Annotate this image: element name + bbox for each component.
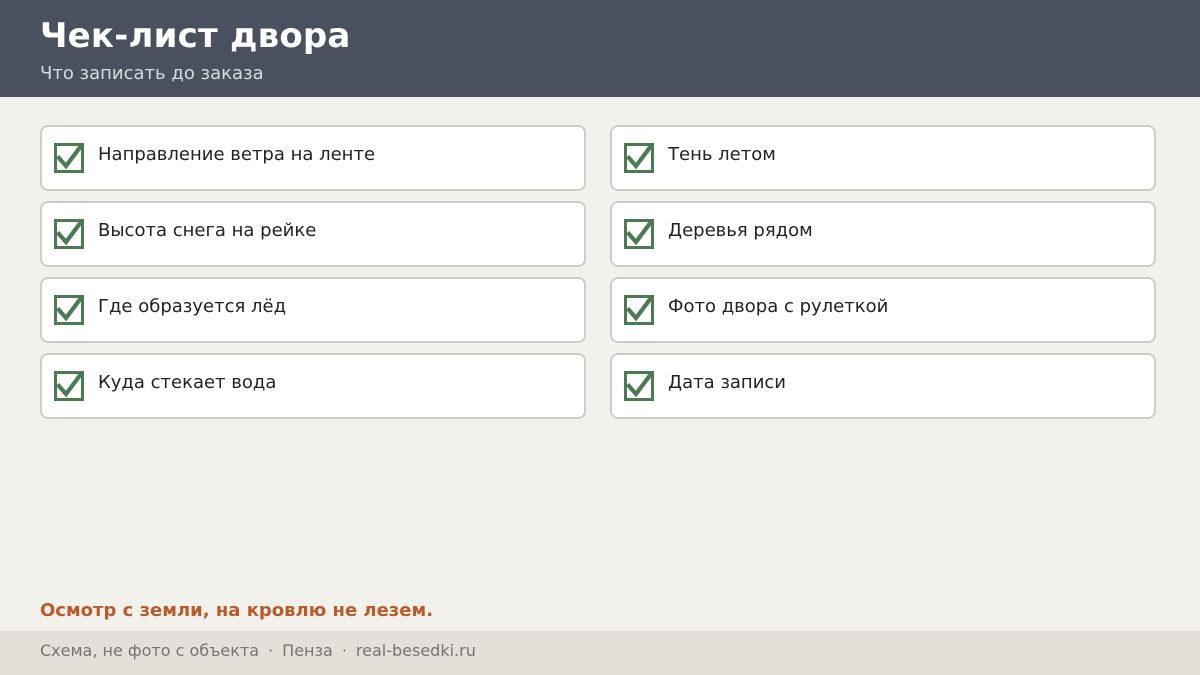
footer: Схема, не фото с объекта · Пенза · real-bese… xyxy=(0,631,1200,675)
checklist-item-wind-direction[interactable]: Направление ветра на ленте xyxy=(40,125,586,191)
page-subtitle: Что записать до заказа xyxy=(40,63,264,84)
checklist-item-label: Направление ветра на ленте xyxy=(98,144,376,165)
checklist-item-label: Деревья рядом xyxy=(668,220,813,241)
header: Чек-лист двора Что записать до заказа xyxy=(0,0,1200,97)
footer-separator: · xyxy=(341,641,347,660)
checklist-grid: Направление ветра на ленте Тень летом Вы… xyxy=(40,125,1156,419)
checklist-item-label: Где образуется лёд xyxy=(98,296,287,317)
checkbox-checked-icon[interactable] xyxy=(624,143,654,173)
checklist-item-label: Куда стекает вода xyxy=(98,372,277,393)
footer-site: real-besedki.ru xyxy=(355,641,476,660)
checklist-item-nearby-trees[interactable]: Деревья рядом xyxy=(610,201,1156,267)
page-title: Чек-лист двора xyxy=(40,16,351,56)
safety-warning: Осмотр с земли, на кровлю не лезем. xyxy=(40,600,434,621)
checklist-item-label: Фото двора с рулеткой xyxy=(668,296,889,317)
checklist-item-ice-location[interactable]: Где образуется лёд xyxy=(40,277,586,343)
checklist-item-label: Высота снега на рейке xyxy=(98,220,317,241)
checkbox-checked-icon[interactable] xyxy=(54,295,84,325)
footer-text: Схема, не фото с объекта · Пенза · real-bese… xyxy=(40,640,476,662)
checklist-item-label: Дата записи xyxy=(668,372,786,393)
checklist-item-water-flow[interactable]: Куда стекает вода xyxy=(40,353,586,419)
checkbox-checked-icon[interactable] xyxy=(54,219,84,249)
checklist-item-snow-height[interactable]: Высота снега на рейке xyxy=(40,201,586,267)
checklist-page: Чек-лист двора Что записать до заказа На… xyxy=(0,0,1200,675)
footer-city: Пенза xyxy=(282,641,333,660)
footer-note: Схема, не фото с объекта xyxy=(40,641,260,660)
checklist-item-label: Тень летом xyxy=(668,144,776,165)
checkbox-checked-icon[interactable] xyxy=(624,295,654,325)
checklist-item-yard-photo[interactable]: Фото двора с рулеткой xyxy=(610,277,1156,343)
checkbox-checked-icon[interactable] xyxy=(54,143,84,173)
footer-separator: · xyxy=(268,641,274,660)
checklist-item-record-date[interactable]: Дата записи xyxy=(610,353,1156,419)
checklist-item-summer-shade[interactable]: Тень летом xyxy=(610,125,1156,191)
checkbox-checked-icon[interactable] xyxy=(624,371,654,401)
checkbox-checked-icon[interactable] xyxy=(54,371,84,401)
checkbox-checked-icon[interactable] xyxy=(624,219,654,249)
